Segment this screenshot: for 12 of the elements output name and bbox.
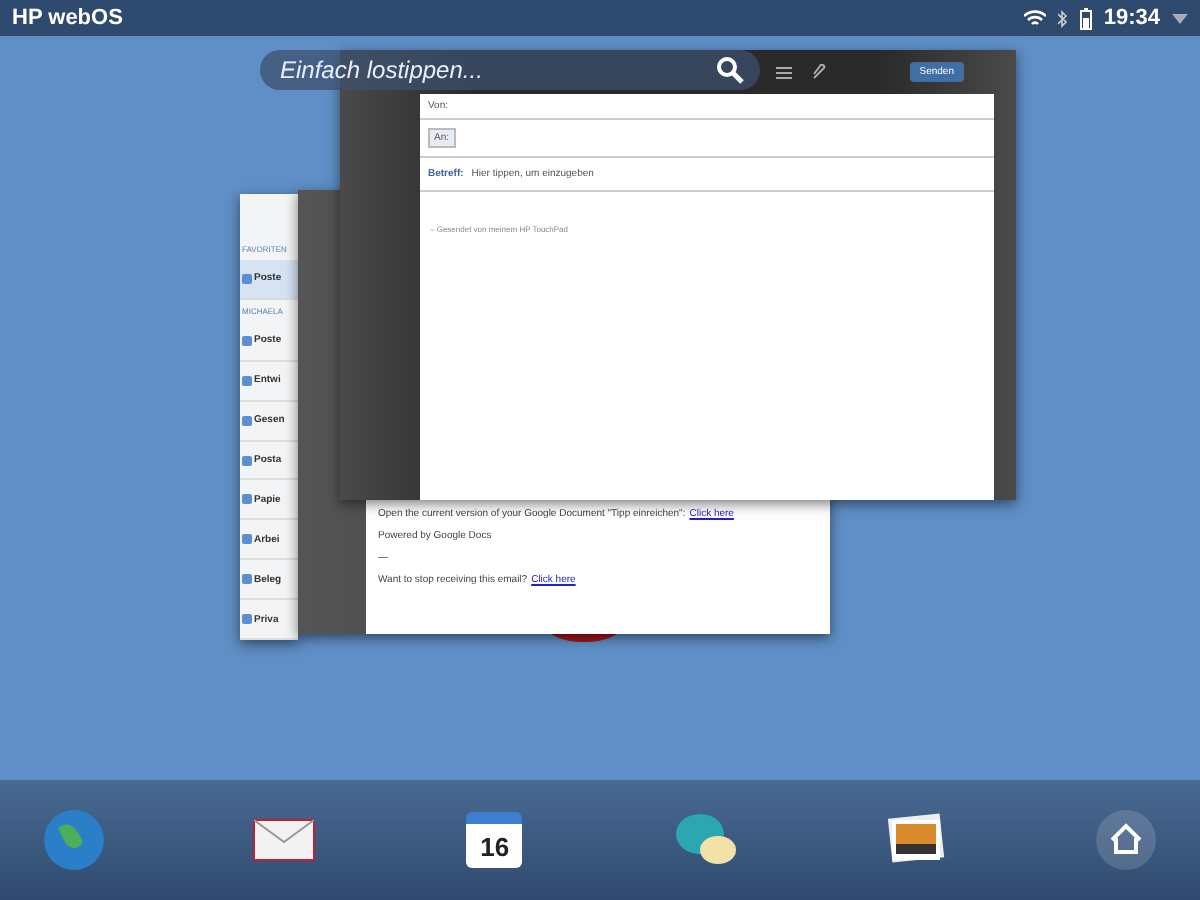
wifi-icon — [1023, 9, 1046, 27]
dropdown-icon[interactable] — [1172, 13, 1188, 23]
search-icon[interactable] — [716, 56, 744, 84]
battery-icon — [1079, 7, 1092, 29]
menu-icon[interactable] — [776, 65, 792, 79]
device-title: HP webOS — [12, 6, 123, 30]
paperclip-icon[interactable] — [812, 64, 826, 80]
clock-time: 19:34 — [1103, 6, 1160, 30]
bluetooth-icon — [1057, 9, 1068, 27]
globe-icon[interactable] — [40, 806, 108, 874]
home-icon[interactable] — [1091, 806, 1160, 874]
search-bar[interactable]: Einfach lostippen... — [260, 50, 760, 90]
